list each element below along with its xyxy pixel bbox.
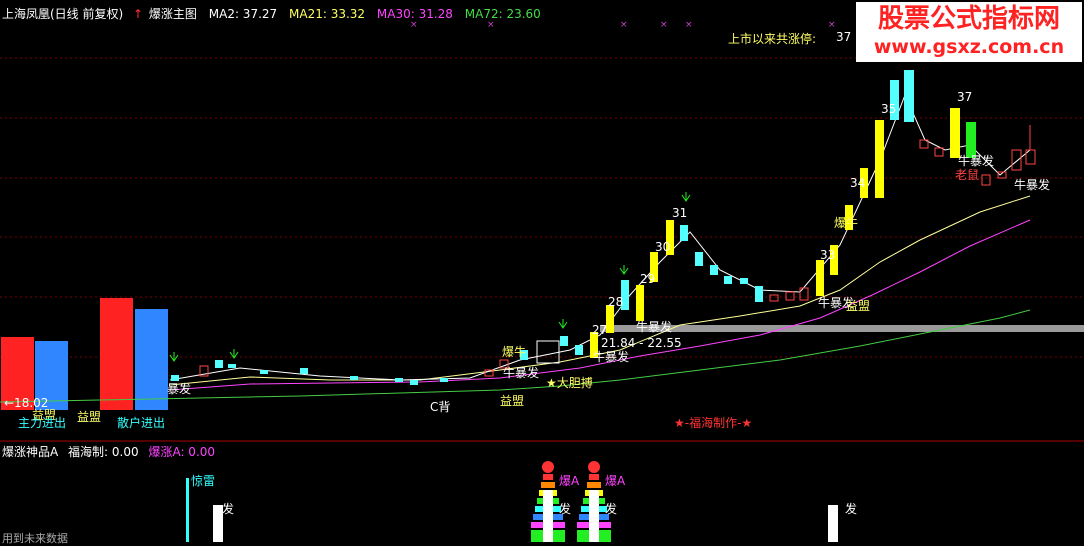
limit-up-count: 37 — [836, 30, 852, 44]
signal-yimeng-2: 益盟 — [77, 410, 102, 424]
signal-yimeng-3: 益盟 — [846, 299, 871, 313]
site-watermark: 股票公式指标网 www.gsxz.com.cn — [856, 2, 1082, 62]
peak-label-35: 35 — [881, 102, 897, 116]
peak-label-30: 30 — [655, 240, 671, 254]
signal-fa-3: 发 — [605, 502, 618, 516]
signal-laoyou: 老鼠 — [955, 168, 980, 182]
ma2-value: MA2: 37.27 — [208, 7, 278, 21]
main-fund-label: 主力进出 — [18, 416, 67, 430]
retail-fund-bar-blue — [135, 309, 168, 410]
fuhai-value: 福海制: 0.00 — [68, 445, 139, 459]
signal-fa-1: 发 — [222, 502, 235, 516]
up-arrow-icon: ↑ — [133, 7, 144, 21]
baozhang-value: 爆涨A: 0.00 — [148, 445, 216, 459]
limit-up-label: 上市以来共涨停: — [728, 32, 817, 46]
signal-fa-2: 发 — [559, 502, 572, 516]
ma30-value: MA30: 31.28 — [376, 7, 453, 21]
sub-panel-header: 爆涨神品A 福海制: 0.00 爆涨A: 0.00 — [2, 443, 215, 460]
ma21-value: MA21: 33.32 — [289, 7, 366, 21]
ma72-value: MA72: 23.60 — [464, 7, 541, 21]
peak-label-27: 27 — [592, 323, 608, 337]
signal-baofa: 暴发 — [167, 382, 192, 396]
signal-yimeng-4: 益盟 — [500, 394, 525, 408]
retail-fund-label: 散户进出 — [117, 416, 166, 430]
signal-fa-4: 发 — [845, 502, 858, 516]
peak-label-31: 31 — [672, 206, 688, 220]
signal-jinglei: 惊雷 — [191, 474, 216, 488]
peak-label-33: 33 — [820, 248, 836, 262]
stock-title[interactable]: 上海凤凰(日线 前复权) — [2, 7, 123, 21]
lower-panel — [186, 461, 838, 542]
peak-label-34: 34 — [850, 176, 866, 190]
retail-fund-bar-red — [100, 298, 133, 410]
signal-c-bei: C背 — [430, 400, 451, 414]
signal-baoa-2: 爆A — [605, 474, 626, 488]
signal-baoa-1: 爆A — [559, 474, 580, 488]
indicator-name[interactable]: 爆涨主图 — [149, 7, 197, 21]
peak-label-29: 29 — [640, 272, 656, 286]
signal-niubaofa-6: 牛暴发 — [1014, 178, 1051, 192]
signal-niubaofa-1: 牛暴发 — [503, 366, 540, 380]
credit-text: ★-福海制作-★ — [674, 416, 753, 430]
svg-text:×: × — [685, 20, 693, 30]
footer-note: 用到未来数据 — [2, 532, 68, 545]
signal-baoniu-2: 爆牛 — [834, 216, 859, 230]
peak-label-36: 36 — [895, 50, 911, 64]
peak-label-37: 37 — [957, 90, 973, 104]
svg-text:×: × — [620, 20, 628, 30]
signal-baoniu-1: 爆牛 — [502, 345, 527, 359]
svg-text:×: × — [660, 20, 668, 30]
signal-niubaofa-2: 牛暴发 — [593, 350, 630, 364]
sub-indicator-name[interactable]: 爆涨神品A — [2, 445, 58, 459]
candlestick-chart[interactable]: × × × × × × — [0, 0, 1084, 542]
price-range: 21.84 - 22.55 — [601, 336, 682, 350]
signal-dadanbo: ★大胆搏 — [546, 376, 593, 390]
watermark-title: 股票公式指标网 — [877, 4, 1060, 34]
peak-label-28: 28 — [608, 295, 624, 309]
signal-niubaofa-3: 牛暴发 — [636, 320, 673, 334]
chart-header: 上海凤凰(日线 前复权) ↑ 爆涨主图 MA2: 37.27 MA21: 33.… — [2, 5, 541, 22]
watermark-url: www.gsxz.com.cn — [873, 36, 1065, 58]
svg-text:×: × — [828, 20, 836, 30]
